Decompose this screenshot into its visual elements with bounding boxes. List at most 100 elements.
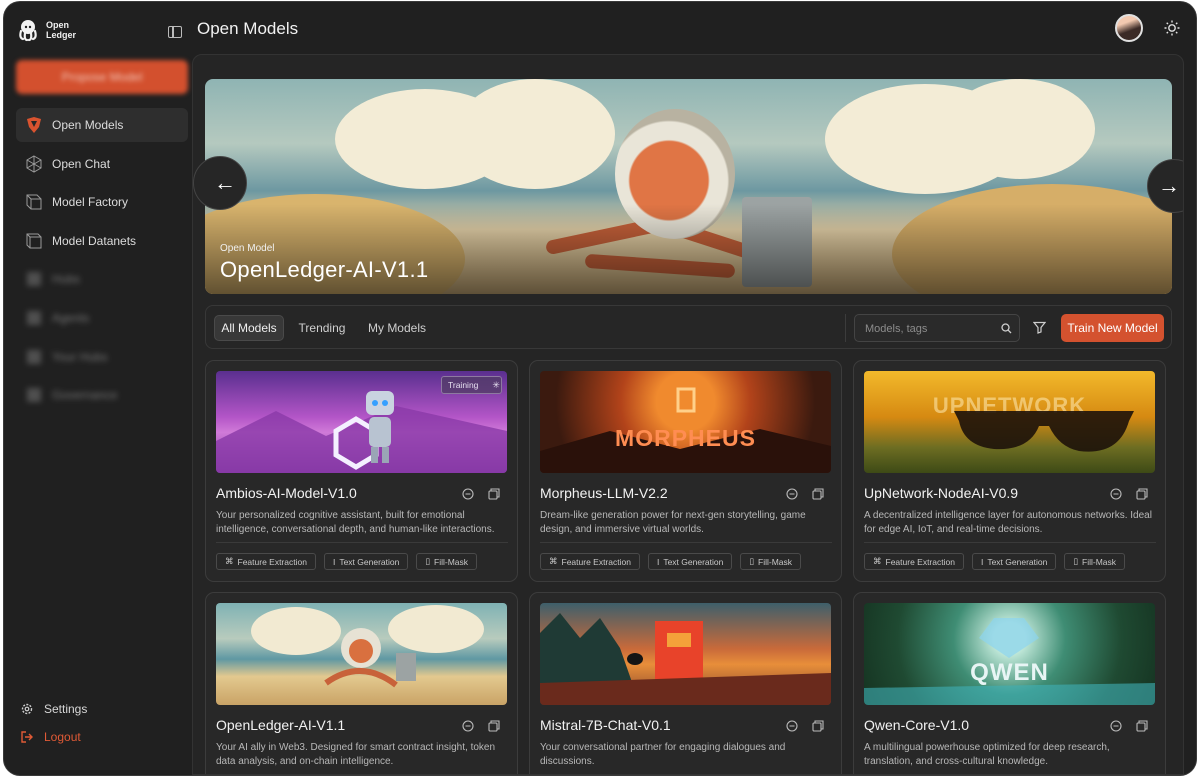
model-card-image (540, 603, 831, 705)
card-actions (1110, 488, 1148, 500)
tab-trending[interactable]: Trending (292, 315, 352, 341)
text-cursor-icon: I (980, 556, 984, 567)
model-name: Morpheus-LLM-V2.2 (540, 485, 668, 501)
search-input[interactable] (865, 321, 995, 337)
tag-feature-extraction[interactable]: ⌘ Feature Extraction (864, 553, 964, 570)
text-cursor-icon: I (656, 556, 660, 567)
chat-icon[interactable] (1110, 720, 1122, 732)
sun-icon[interactable] (1164, 20, 1180, 36)
models-toolbar: All Models Trending My Models Train New … (205, 305, 1172, 349)
filter-icon[interactable] (1033, 321, 1046, 334)
card-divider (540, 542, 832, 543)
train-new-model-button[interactable]: Train New Model (1061, 314, 1164, 342)
chat-icon[interactable] (462, 488, 474, 500)
sidebar-collapse-icon[interactable] (168, 26, 182, 38)
sidebar-item-model-factory[interactable]: Model Factory (16, 185, 188, 219)
tag-feature-extraction[interactable]: ⌘ Feature Extraction (540, 553, 640, 570)
sidebar-item-governance[interactable]: Governance (16, 378, 188, 412)
model-card[interactable]: Training ✳ Ambios-AI-Model-V1.0 Your per… (205, 360, 518, 582)
tag-label: Feature Extraction (237, 556, 307, 567)
chat-icon[interactable] (1110, 488, 1122, 500)
model-name: Ambios-AI-Model-V1.0 (216, 485, 357, 501)
tag-fill-mask[interactable]: ▯ Fill-Mask (416, 553, 478, 570)
logo-text: Open Ledger (46, 20, 76, 40)
sidebar-item-agents[interactable]: Agents (16, 301, 188, 335)
logout-link[interactable]: Logout (20, 723, 87, 751)
arrow-left-icon: ← (214, 170, 236, 195)
arrow-right-icon: → (1158, 173, 1180, 198)
main-content: Open Model OpenLedger-AI-V1.1 ← → All Mo… (192, 54, 1184, 775)
copy-icon[interactable] (812, 720, 824, 732)
toolbar-divider (845, 314, 846, 342)
tag-label: Text Generation (987, 556, 1048, 567)
chat-icon[interactable] (786, 720, 798, 732)
user-avatar[interactable] (1115, 14, 1143, 42)
model-card[interactable]: Mistral-7B-Chat-V0.1 Your conversational… (529, 592, 842, 774)
model-card[interactable]: OpenLedger-AI-V1.1 Your AI ally in Web3.… (205, 592, 518, 774)
hero-title: OpenLedger-AI-V1.1 (220, 257, 429, 282)
model-card[interactable]: QWEN Qwen-Core-V1.0 A multilingual power… (853, 592, 1166, 774)
model-card-image: Training ✳ (216, 371, 507, 473)
model-description: Dream-like generation power for next-gen… (540, 510, 806, 535)
tag-fill-mask[interactable]: ▯ Fill-Mask (740, 553, 802, 570)
tag-label: Feature Extraction (561, 556, 631, 567)
spinner-icon: ✳ (492, 379, 500, 390)
hero-subtitle: Open Model (220, 243, 275, 254)
settings-label: Settings (44, 702, 88, 716)
model-description: Your personalized cognitive assistant, b… (216, 510, 495, 535)
settings-link[interactable]: Settings (20, 695, 87, 723)
model-name: Qwen-Core-V1.0 (864, 717, 970, 733)
sidebar-item-label: Model Factory (52, 195, 129, 210)
copy-icon[interactable] (488, 720, 500, 732)
card-actions (1110, 720, 1148, 732)
logo-line-1: Open (46, 20, 70, 30)
card-actions (786, 488, 824, 500)
morpheus-illustration (540, 387, 831, 473)
octopus-illustration (251, 605, 484, 688)
tag-feature-extraction[interactable]: ⌘ Feature Extraction (216, 553, 316, 570)
carousel-prev-button[interactable]: ← (193, 156, 247, 210)
copy-icon[interactable] (1136, 488, 1148, 500)
gear-icon (21, 703, 33, 715)
document-icon: ▯ (1073, 556, 1079, 566)
blurred-icon (27, 388, 41, 403)
tab-my-models[interactable]: My Models (362, 315, 432, 341)
feature-extraction-icon: ⌘ (549, 556, 558, 566)
sidebar-item-model-datanets[interactable]: Model Datanets (16, 224, 188, 258)
copy-icon[interactable] (1136, 720, 1148, 732)
hero-banner[interactable]: Open Model OpenLedger-AI-V1.1 (205, 79, 1172, 294)
sidebar-item-open-chat[interactable]: Open Chat (16, 147, 188, 181)
tag-text-generation[interactable]: I Text Generation (971, 553, 1057, 570)
model-tags: ⌘ Feature Extraction I Text Generation ▯ Fi… (864, 553, 1126, 570)
model-description: Your AI ally in Web3. Designed for smart… (216, 742, 496, 767)
hero-cloud (945, 79, 1095, 179)
model-card-image (216, 603, 507, 705)
search-icon[interactable] (1001, 323, 1012, 334)
model-card[interactable]: MORPHEUS Morpheus-LLM-V2.2 Dream-like ge… (529, 360, 842, 582)
chat-icon[interactable] (786, 488, 798, 500)
sidebar-item-label: Your Hubs (52, 349, 108, 364)
glasses-illustration (954, 411, 1134, 452)
logo[interactable]: Open Ledger (16, 18, 76, 42)
sidebar-item-your-hubs[interactable]: Your Hubs (16, 340, 188, 374)
chat-icon[interactable] (462, 720, 474, 732)
model-name: Mistral-7B-Chat-V0.1 (540, 717, 671, 733)
copy-icon[interactable] (488, 488, 500, 500)
sidebar-item-label: Agents (52, 310, 90, 325)
copy-icon[interactable] (812, 488, 824, 500)
tag-text-generation[interactable]: I Text Generation (323, 553, 409, 570)
card-actions (462, 720, 500, 732)
hero-cloud (455, 79, 615, 189)
tag-text-generation[interactable]: I Text Generation (647, 553, 733, 570)
model-name: UpNetwork-NodeAI-V0.9 (864, 485, 1019, 501)
model-card[interactable]: UPNETWORK UpNetwork-NodeAI-V0.9 A decent… (853, 360, 1166, 582)
tag-fill-mask[interactable]: ▯ Fill-Mask (1064, 553, 1126, 570)
tab-all-models[interactable]: All Models (214, 315, 284, 341)
sidebar-item-hubs[interactable]: Hubs (16, 262, 188, 296)
propose-model-button[interactable]: Propose Model (16, 60, 188, 94)
sidebar-item-open-models[interactable]: Open Models (16, 108, 188, 142)
tag-label: Text Generation (663, 556, 724, 567)
page-title: Open Models (197, 19, 299, 38)
sidebar-nav: Open Models Open Chat Model Factory Mode… (16, 108, 188, 417)
tag-label: Feature Extraction (885, 556, 955, 567)
